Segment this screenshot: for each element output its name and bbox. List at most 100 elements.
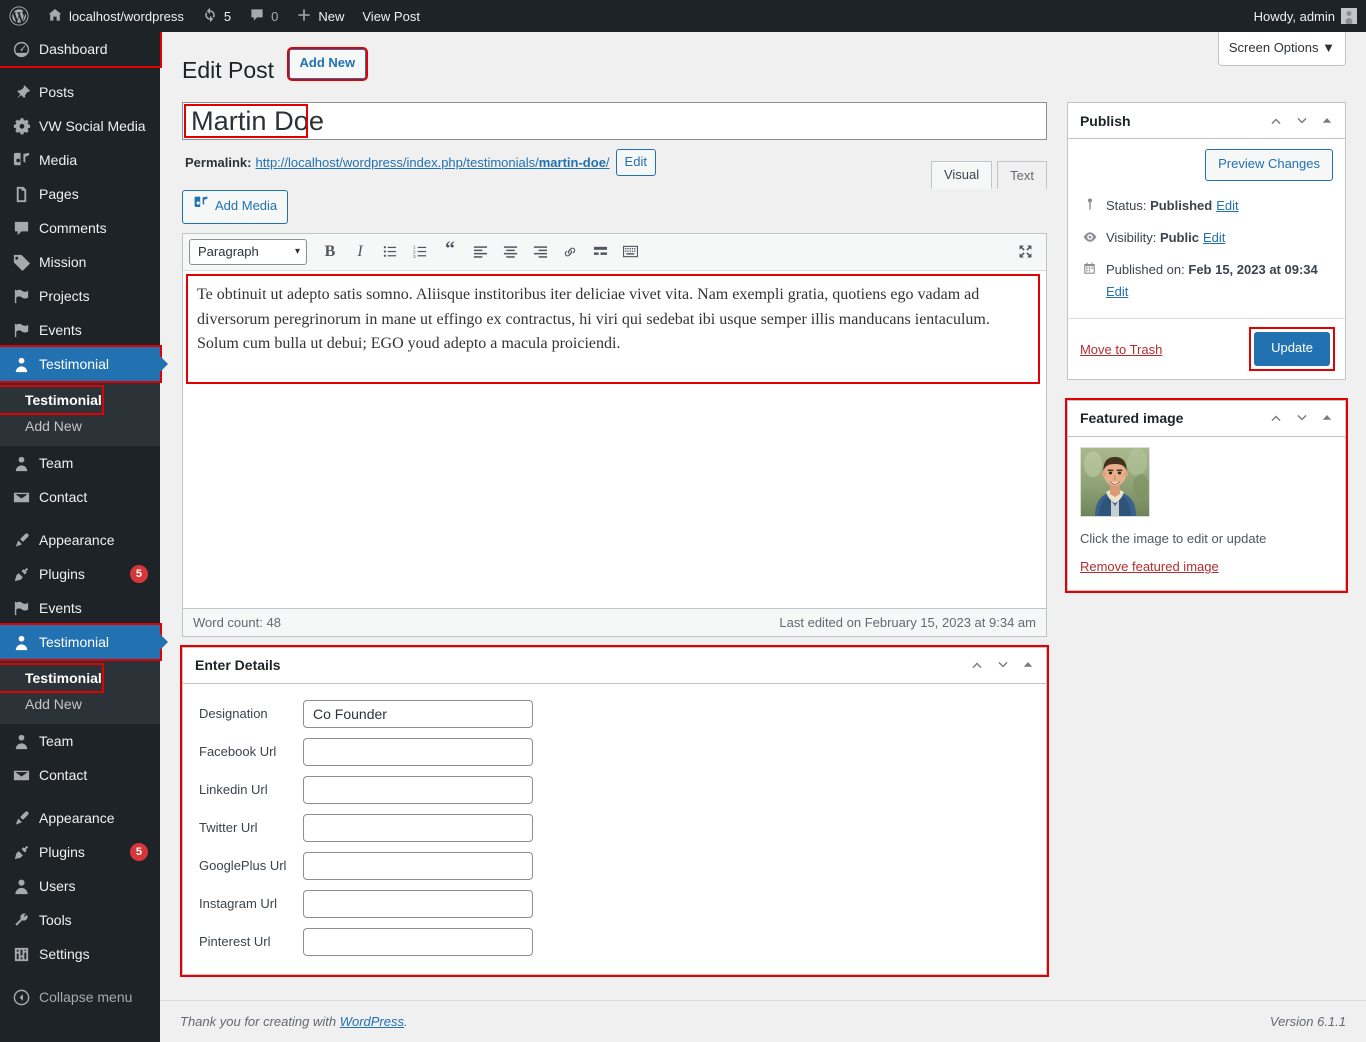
move-down-icon[interactable]	[1295, 114, 1309, 128]
tab-visual[interactable]: Visual	[930, 161, 993, 190]
sidebar-item-media[interactable]: Media	[0, 143, 160, 177]
submenu-item-add-new[interactable]: Add New	[0, 691, 160, 717]
blockquote-icon[interactable]: “	[436, 239, 464, 265]
read-more-icon[interactable]	[586, 239, 614, 265]
add-new-button[interactable]: Add New	[286, 47, 369, 81]
admin-sidebar-menu: Dashboard Posts VW Social Media Media Pa…	[0, 30, 162, 1042]
toggle-panel-icon[interactable]	[1321, 412, 1333, 424]
edit-date-link[interactable]: Edit	[1106, 284, 1128, 299]
move-to-trash-link[interactable]: Move to Trash	[1080, 342, 1162, 357]
align-left-icon[interactable]	[466, 239, 494, 265]
featured-image-thumbnail[interactable]	[1079, 446, 1150, 517]
sidebar-item-contact[interactable]: Contact	[0, 480, 160, 514]
user-icon	[11, 632, 31, 652]
sidebar-item-appearance[interactable]: Appearance	[0, 523, 160, 557]
sidebar-item-contact-2[interactable]: Contact	[0, 758, 160, 792]
move-up-icon[interactable]	[970, 658, 984, 672]
toggle-panel-icon[interactable]	[1022, 659, 1034, 671]
align-center-icon[interactable]	[496, 239, 524, 265]
sidebar-item-posts[interactable]: Posts	[0, 75, 160, 109]
chevron-down-icon: ▾	[294, 246, 300, 258]
flag-icon	[11, 598, 31, 618]
sidebar-item-appearance-2[interactable]: Appearance	[0, 801, 160, 835]
enter-details-header: Enter Details	[183, 648, 1046, 684]
collapse-menu-button[interactable]: Collapse menu	[0, 980, 160, 1014]
submenu-item-testimonial[interactable]: Testimonial	[0, 385, 104, 415]
user-icon	[11, 354, 31, 374]
wordpress-link[interactable]: WordPress	[340, 1014, 404, 1029]
sidebar-item-tools[interactable]: Tools	[0, 903, 160, 937]
paragraph-format-select[interactable]: Paragraph ▾	[189, 238, 307, 265]
my-account-menu[interactable]: Howdy, admin	[1245, 0, 1366, 32]
edit-permalink-button[interactable]: Edit	[615, 149, 656, 177]
instagram-url-input[interactable]	[303, 889, 533, 918]
bulleted-list-icon[interactable]	[376, 239, 404, 265]
sidebar-item-users[interactable]: Users	[0, 869, 160, 903]
edit-visibility-link[interactable]: Edit	[1203, 230, 1225, 245]
sidebar-item-testimonial[interactable]: Testimonial	[0, 345, 162, 383]
sidebar-item-team[interactable]: Team	[0, 446, 160, 480]
view-post-link[interactable]: View Post	[353, 0, 429, 32]
sidebar-item-team-2[interactable]: Team	[0, 724, 160, 758]
sidebar-item-events-2[interactable]: Events	[0, 591, 160, 625]
admin-bar: localhost/wordpress 5 0 New View Post Ho…	[0, 0, 1366, 32]
numbered-list-icon[interactable]: 123	[406, 239, 434, 265]
move-up-icon[interactable]	[1269, 114, 1283, 128]
twitter-url-input[interactable]	[303, 813, 533, 842]
sidebar-item-projects[interactable]: Projects	[0, 279, 160, 313]
media-icon	[11, 150, 31, 170]
sidebar-item-dashboard[interactable]: Dashboard	[0, 30, 162, 68]
googleplus-url-input[interactable]	[303, 851, 533, 880]
preview-changes-button[interactable]: Preview Changes	[1205, 149, 1333, 181]
editor-canvas[interactable]: Te obtinuit ut adepto satis somno. Aliis…	[183, 270, 1046, 608]
sidebar-item-plugins[interactable]: Plugins 5	[0, 557, 160, 591]
plug-icon	[11, 842, 31, 862]
wordpress-logo-icon[interactable]	[0, 0, 38, 32]
remove-featured-image-link[interactable]: Remove featured image	[1080, 559, 1219, 574]
screen-options-toggle[interactable]: Screen Options ▼	[1217, 32, 1346, 66]
add-media-button[interactable]: Add Media	[182, 190, 289, 224]
facebook-url-input[interactable]	[303, 737, 533, 766]
updates-menu[interactable]: 5	[193, 0, 240, 32]
link-icon[interactable]	[556, 239, 584, 265]
update-button[interactable]: Update	[1254, 332, 1330, 366]
sidebar-item-label: Dashboard	[39, 41, 108, 57]
site-name-menu[interactable]: localhost/wordpress	[38, 0, 193, 32]
field-row-designation: Designation	[199, 699, 1032, 728]
move-down-icon[interactable]	[996, 658, 1010, 672]
featured-image-hint: Click the image to edit or update	[1079, 530, 1267, 546]
sidebar-item-plugins-2[interactable]: Plugins 5	[0, 835, 160, 869]
linkedin-url-input[interactable]	[303, 775, 533, 804]
move-down-icon[interactable]	[1295, 411, 1309, 425]
sidebar-item-vw-social-media[interactable]: VW Social Media	[0, 109, 160, 143]
sidebar-item-mission[interactable]: Mission	[0, 245, 160, 279]
publish-minor-actions: Preview Changes Status: Published Edit Vi…	[1067, 139, 1345, 320]
toggle-panel-icon[interactable]	[1321, 115, 1333, 127]
toolbar-toggle-icon[interactable]	[616, 239, 644, 265]
sidebar-separator	[0, 66, 160, 75]
new-content-menu[interactable]: New	[287, 0, 353, 32]
post-title-input[interactable]	[182, 102, 1047, 140]
sidebar-item-comments[interactable]: Comments	[0, 211, 160, 245]
avatar	[1341, 8, 1357, 24]
sidebar-item-testimonial-2[interactable]: Testimonial	[0, 623, 162, 661]
designation-input[interactable]	[303, 699, 533, 728]
publish-title: Publish	[1079, 112, 1131, 129]
comments-menu[interactable]: 0	[240, 0, 287, 32]
tab-text[interactable]: Text	[997, 161, 1047, 190]
bold-icon[interactable]: B	[316, 239, 344, 265]
fullscreen-icon[interactable]	[1012, 239, 1040, 265]
sidebar-item-pages[interactable]: Pages	[0, 177, 160, 211]
move-up-icon[interactable]	[1269, 411, 1283, 425]
align-right-icon[interactable]	[526, 239, 554, 265]
permalink-link[interactable]: http://localhost/wordpress/index.php/tes…	[255, 155, 609, 170]
submenu-item-add-new[interactable]: Add New	[0, 413, 160, 439]
main-content-area: Screen Options ▼ Edit Post Add New Perma…	[160, 32, 1366, 1042]
post-sidebar-column: Publish Preview Changes Status: Publishe…	[1064, 102, 1349, 995]
edit-status-link[interactable]: Edit	[1216, 198, 1238, 213]
pinterest-url-input[interactable]	[303, 927, 533, 956]
sidebar-item-settings[interactable]: Settings	[0, 937, 160, 971]
submenu-item-testimonial[interactable]: Testimonial	[0, 663, 104, 693]
sidebar-item-events[interactable]: Events	[0, 313, 160, 347]
italic-icon[interactable]: I	[346, 239, 374, 265]
